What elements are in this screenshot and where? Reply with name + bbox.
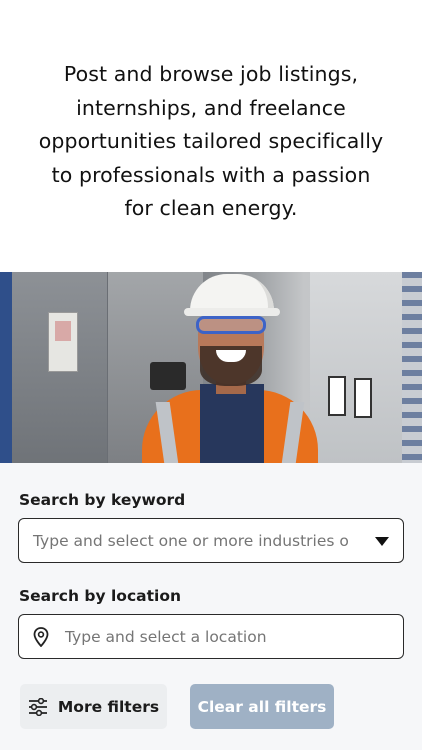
caret-down-icon[interactable] [375,537,389,546]
sliders-icon [28,697,47,716]
more-filters-label: More filters [57,697,160,716]
shirt [200,384,264,463]
hero-meter [328,376,346,416]
more-filters-button[interactable]: More filters [20,684,167,729]
location-placeholder: Type and select a location [65,627,267,646]
hero-pillar [0,272,12,463]
intro-line: opportunities tailored specifically [38,129,384,153]
safety-glasses [196,316,266,334]
hero-meter [354,378,372,418]
clear-all-filters-label: Clear all filters [197,697,327,716]
map-pin-icon [33,627,49,647]
location-label: Search by location [19,587,182,605]
hard-hat-brim [184,308,280,316]
keyword-placeholder: Type and select one or more industries o… [33,531,349,550]
intro-line: to professionals with a passion [51,162,371,187]
hero-image [0,272,422,463]
hero-rack-strip [402,272,422,463]
hero-panel [48,312,78,372]
intro-line: Post and browse job listings, [63,62,359,86]
worker-figure [130,272,330,463]
intro-line: internships, and freelance [76,95,346,120]
intro-text: Post and browse job listings, internship… [0,58,422,226]
location-input[interactable]: Type and select a location [18,614,404,659]
clear-all-filters-button[interactable]: Clear all filters [190,684,334,729]
intro-line: for clean energy. [124,196,298,220]
keyword-select[interactable]: Type and select one or more industries o… [18,518,404,563]
keyword-label: Search by keyword [19,491,186,509]
